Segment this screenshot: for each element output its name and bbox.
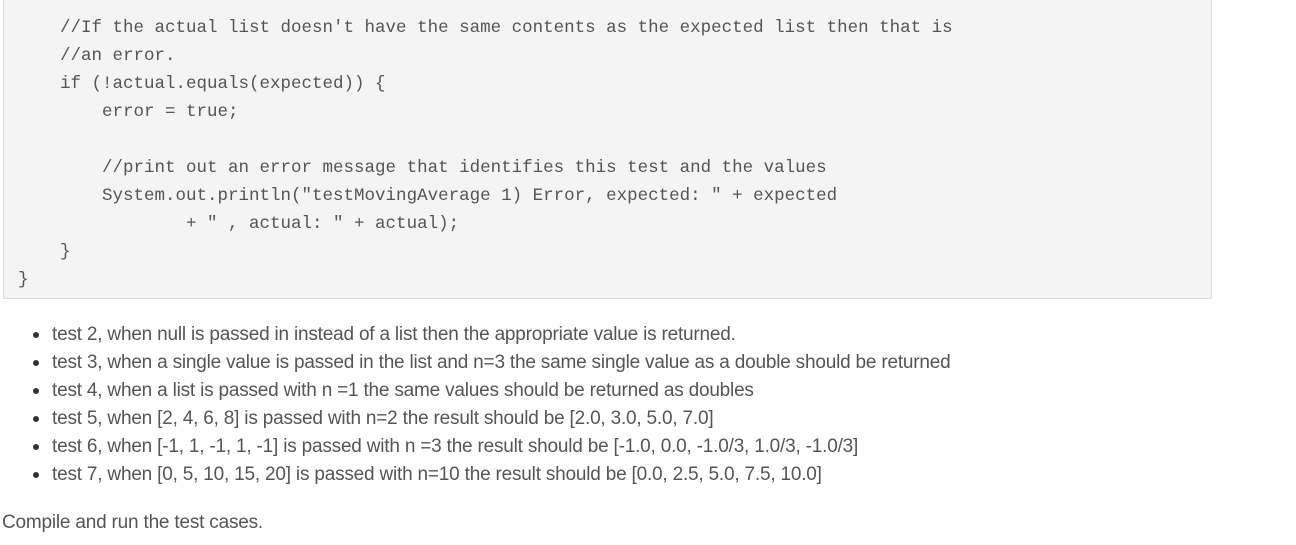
- list-item: test 6, when [-1, 1, -1, 1, -1] is passe…: [0, 433, 951, 461]
- list-item-text: test 2, when null is passed in instead o…: [52, 324, 736, 345]
- bullet-icon: [33, 472, 39, 478]
- code-line: //an error.: [18, 46, 176, 66]
- list-item: test 7, when [0, 5, 10, 15, 20] is passe…: [0, 461, 951, 489]
- list-item: test 2, when null is passed in instead o…: [0, 321, 951, 349]
- list-item-text: test 4, when a list is passed with n =1 …: [52, 380, 754, 401]
- bullet-icon: [33, 332, 39, 338]
- code-line: }: [18, 242, 71, 262]
- list-item-text: test 5, when [2, 4, 6, 8] is passed with…: [52, 408, 714, 429]
- code-line: error = true;: [18, 102, 239, 122]
- code-block: //If the actual list doesn't have the sa…: [3, 0, 1212, 299]
- code-line: //print out an error message that identi…: [18, 158, 827, 178]
- list-item-text: test 3, when a single value is passed in…: [52, 352, 951, 373]
- code-content: //If the actual list doesn't have the sa…: [18, 14, 953, 294]
- list-item-text: test 7, when [0, 5, 10, 15, 20] is passe…: [52, 464, 822, 485]
- code-line: //If the actual list doesn't have the sa…: [18, 18, 953, 38]
- code-line: + " , actual: " + actual);: [18, 214, 460, 234]
- list-item-text: test 6, when [-1, 1, -1, 1, -1] is passe…: [52, 436, 859, 457]
- bullet-icon: [33, 444, 39, 450]
- code-line: System.out.println("testMovingAverage 1)…: [18, 186, 838, 206]
- bullet-icon: [33, 416, 39, 422]
- code-line: }: [18, 270, 29, 290]
- list-item: test 4, when a list is passed with n =1 …: [0, 377, 951, 405]
- compile-instruction: Compile and run the test cases.: [2, 512, 263, 533]
- test-case-list: test 2, when null is passed in instead o…: [0, 321, 951, 489]
- list-item: test 5, when [2, 4, 6, 8] is passed with…: [0, 405, 951, 433]
- bullet-icon: [33, 360, 39, 366]
- code-line: if (!actual.equals(expected)) {: [18, 74, 386, 94]
- list-item: test 3, when a single value is passed in…: [0, 349, 951, 377]
- bullet-icon: [33, 388, 39, 394]
